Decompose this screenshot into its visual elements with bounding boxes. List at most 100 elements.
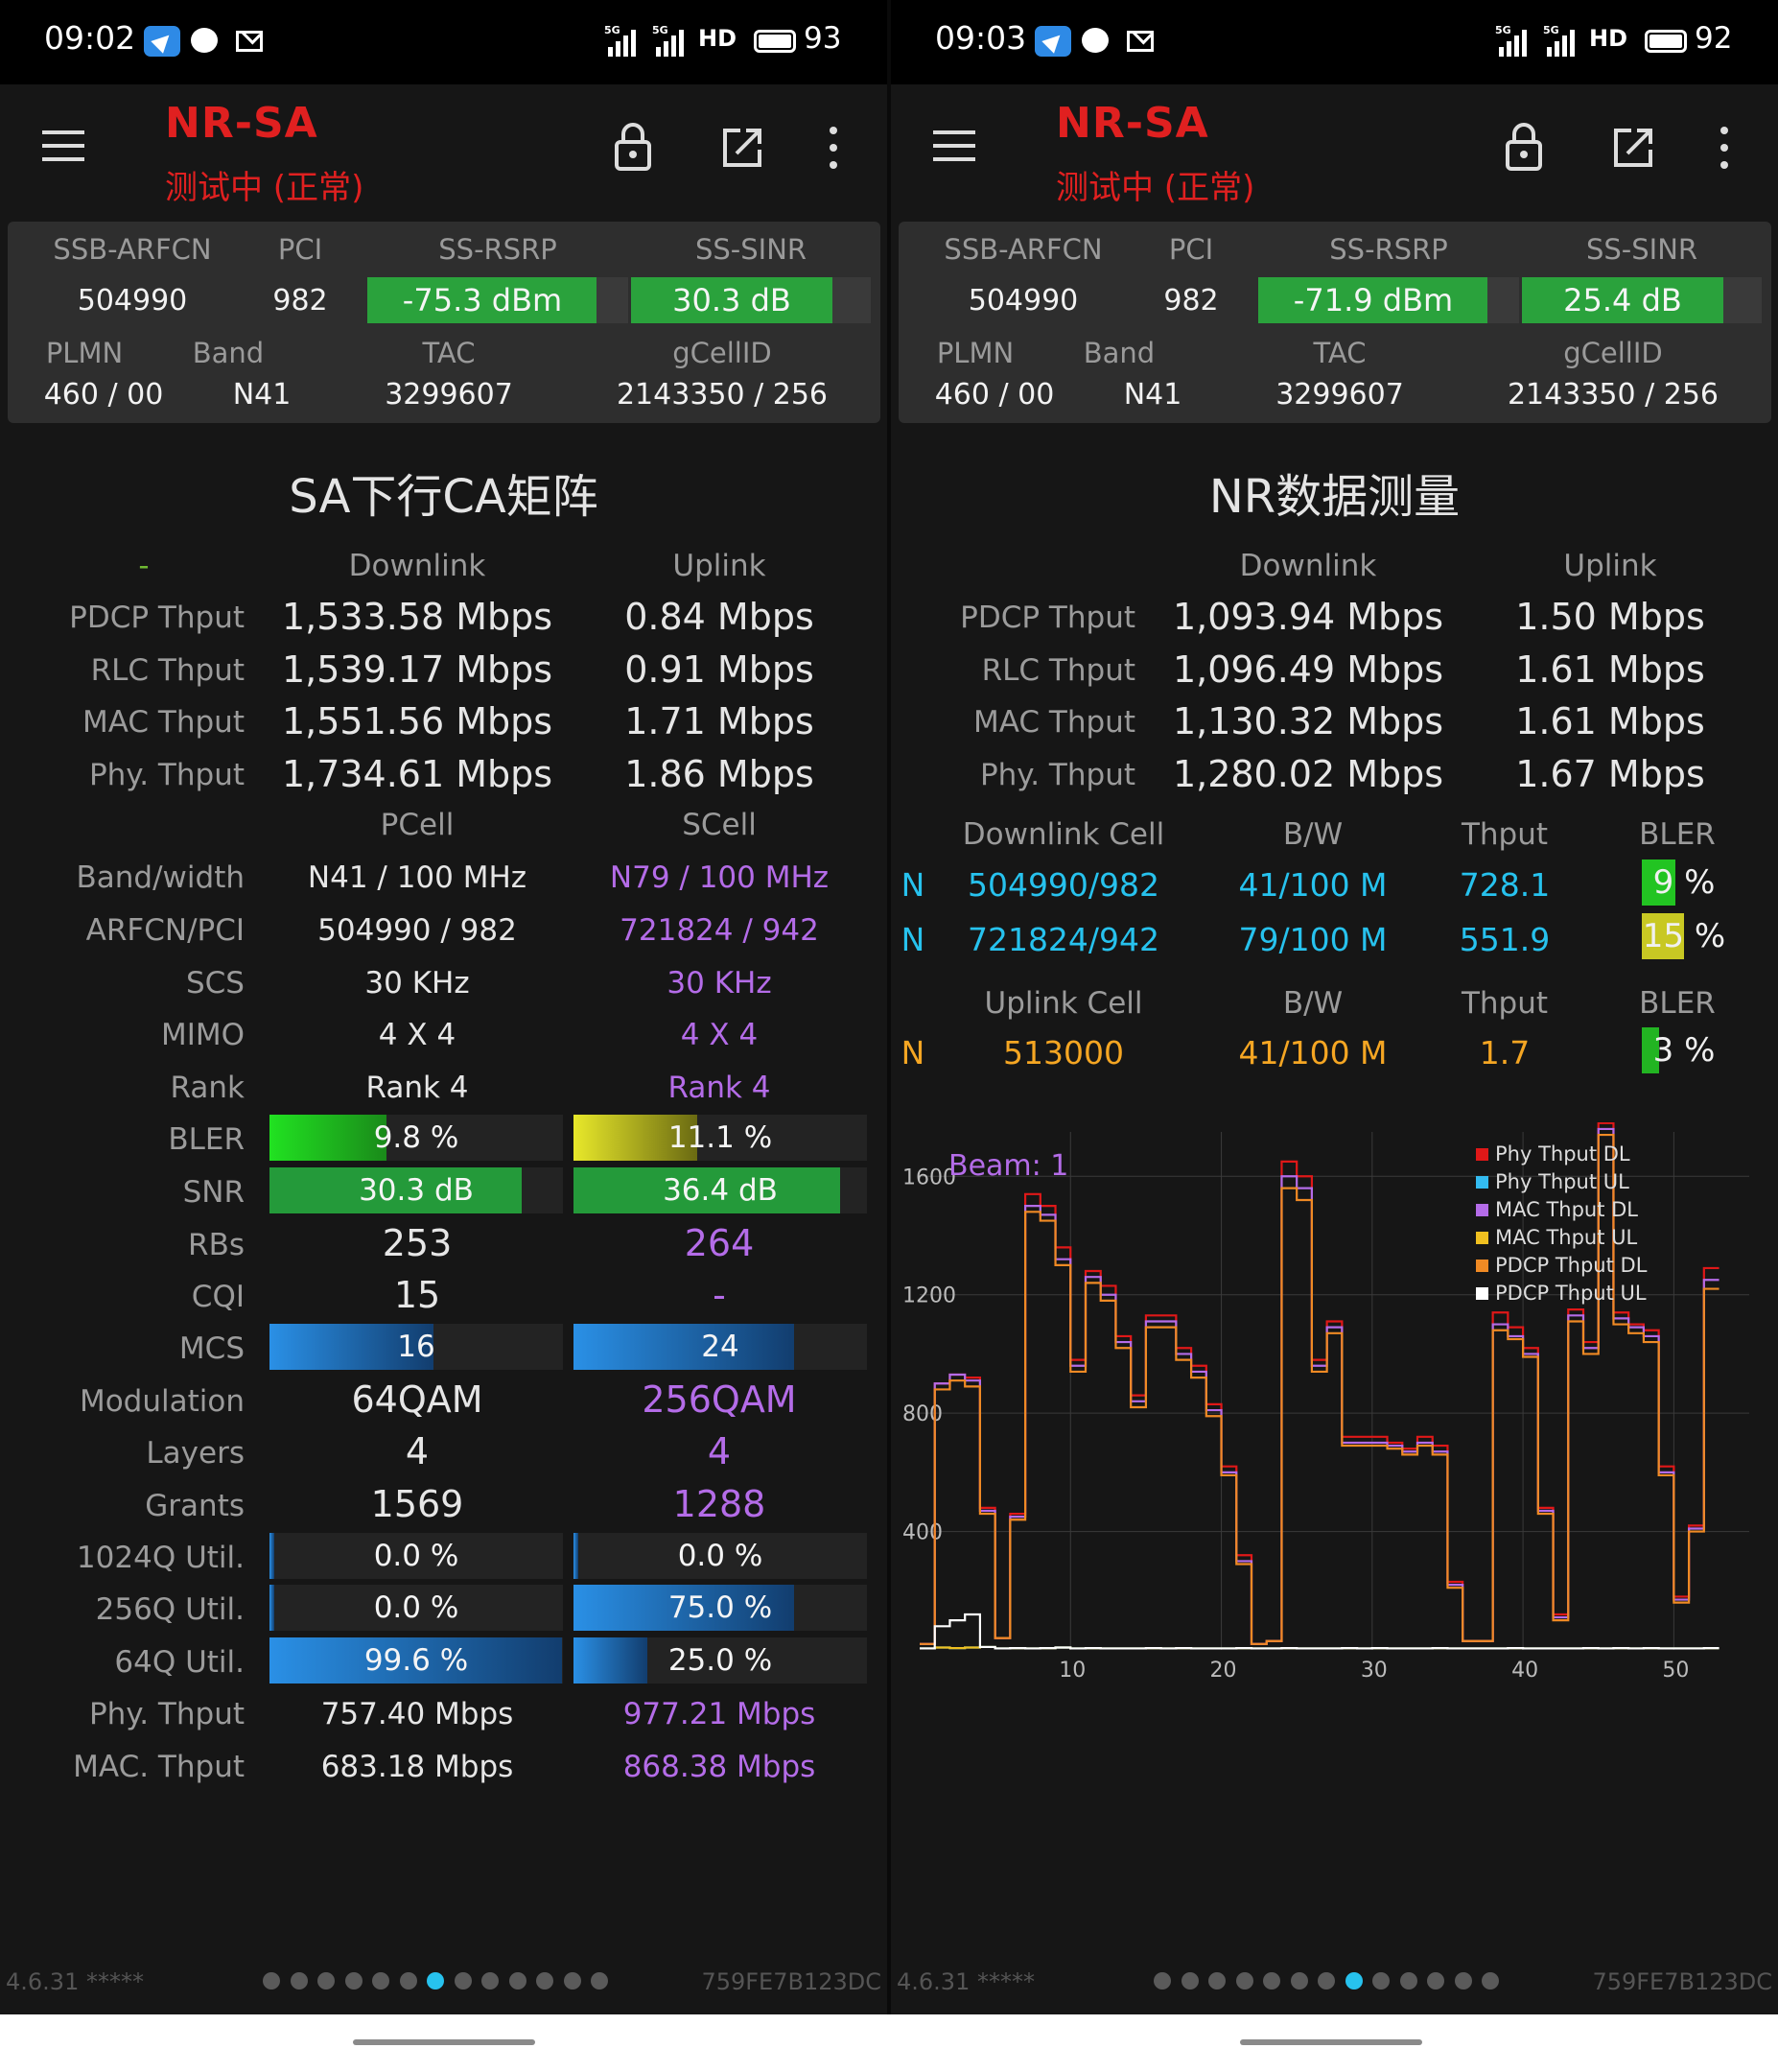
page-dot[interactable] [1290,1972,1308,1990]
page-dot[interactable] [508,1972,526,1990]
layers-label: Layers [146,1436,245,1471]
downlink-header: Downlink [1239,549,1377,583]
battery-icon [754,30,796,53]
tac-value: 3299607 [385,378,513,412]
util-1024q-label: 1024Q Util. [76,1541,245,1575]
ul-cell-header: Uplink Cell [984,986,1143,1021]
dl-bw: 79/100 M [1238,921,1388,958]
pcell-bler-value: 9.8 % [373,1120,459,1155]
dl-cell: 721824/942 [967,921,1160,958]
page-dot[interactable] [399,1972,417,1990]
pcell-value: N41 / 100 MHz [307,860,527,895]
app-title: NR-SA [165,99,318,148]
status-time: 09:02 [44,19,136,57]
tac-value: 3299607 [1275,378,1404,412]
pcell-layers: 4 [405,1430,430,1472]
row-label: RLC Thput [90,653,245,688]
page-dot[interactable] [1345,1972,1363,1990]
dl-bw: 41/100 M [1238,866,1388,904]
home-indicator[interactable] [353,2039,535,2045]
page-dot[interactable] [317,1972,335,1990]
legend-label: PDCP Thput DL [1495,1254,1648,1277]
dl-thput: 728.1 [1459,866,1551,904]
dl-bler-bar: 9 % [1642,859,1726,906]
ul-value: 1.86 Mbps [624,753,814,795]
plmn-header: PLMN [45,337,124,369]
lock-icon[interactable] [614,123,652,171]
sinr-header: SS-SINR [1585,233,1698,266]
status-bar: 09:02 5G 5G HD 93 [0,0,887,84]
page-dot[interactable] [1181,1972,1199,1990]
page-dot[interactable] [591,1972,608,1990]
share-icon[interactable] [1612,127,1654,169]
ul-thput-header: Thput [1461,986,1549,1021]
share-icon[interactable] [721,127,763,169]
message-icon [191,28,218,53]
device-id: 759FE7B123DC [1592,1968,1772,1995]
dl-value: 1,533.58 Mbps [281,596,553,638]
menu-icon[interactable] [42,130,84,161]
scell-bler-bar: 11.1 % [573,1115,867,1161]
dl-value: 1,130.32 Mbps [1172,700,1444,742]
dl-value: 1,096.49 Mbps [1172,648,1444,691]
page-dot[interactable] [1454,1972,1472,1990]
dl-bler-header: BLER [1639,817,1716,852]
scell-value: 30 KHz [667,966,772,1001]
row-label: Rank [170,1071,245,1105]
page-dot[interactable] [1372,1972,1390,1990]
page-dot[interactable] [536,1972,553,1990]
legend-swatch [1476,1176,1488,1189]
page-dot[interactable] [1482,1972,1499,1990]
scell-snr-value: 36.4 dB [663,1173,778,1208]
page-dot[interactable] [372,1972,389,1990]
scell-cqi: - [713,1274,726,1316]
page-dot[interactable] [563,1972,581,1990]
page-dot[interactable] [427,1972,444,1990]
mail-icon [236,31,263,52]
more-icon[interactable] [1720,127,1729,171]
scell-rbs: 264 [684,1222,755,1264]
page-dot[interactable] [1154,1972,1171,1990]
page-dot[interactable] [344,1972,363,1990]
status-bar: 09:03 5G 5G HD 92 [891,0,1778,84]
home-indicator[interactable] [1240,2039,1422,2045]
pcell-mac-thput: 683.18 Mbps [320,1750,514,1784]
pcell-header: PCell [380,808,455,842]
more-icon[interactable] [829,127,838,171]
tac-header: TAC [1313,337,1367,369]
page-dot[interactable] [263,1972,280,1990]
pci-header: PCI [1168,233,1214,266]
page-dot[interactable] [481,1972,499,1990]
y-tick-label: 400 [902,1521,943,1545]
ul-value: 1.71 Mbps [624,700,814,742]
page-dot[interactable] [1263,1972,1280,1990]
pcell-1024q-value: 0.0 % [373,1539,459,1573]
page-dot[interactable] [1427,1972,1444,1990]
scell-header: SCell [682,808,757,842]
scell-256q-value: 75.0 % [667,1590,773,1625]
scell-phy-thput: 977.21 Mbps [622,1697,816,1731]
page-dot[interactable] [454,1972,472,1990]
app-title: NR-SA [1056,99,1209,148]
battery-icon [1645,30,1687,53]
legend-label: Phy Thput UL [1495,1170,1629,1193]
serving-cell-box: SSB-ARFCN PCI SS-RSRP SS-SINR 504990 982… [899,222,1771,423]
page-dot[interactable] [1208,1972,1226,1990]
page-dot[interactable] [1318,1972,1335,1990]
pcell-1024q-bar: 0.0 % [269,1533,563,1579]
page-dot[interactable] [1399,1972,1417,1990]
page-dot[interactable] [290,1972,308,1990]
signal-icon-2: 5G [1543,24,1583,57]
band-header: Band [192,337,265,369]
menu-icon[interactable] [933,130,975,161]
pcell-value: 504990 / 982 [317,913,517,948]
dl-cell: 504990/982 [967,866,1160,904]
row-label: MIMO [160,1018,245,1052]
right-screen: 09:03 5G 5G HD 92 NR-SA 测试中 (正常) SSB-ARF… [891,0,1778,2014]
page-dot[interactable] [1235,1972,1253,1990]
dl-bler-value: 9 % [1652,863,1716,902]
navigation-icon [144,26,180,57]
gcellid-header: gCellID [672,337,772,369]
scell-layers: 4 [707,1430,732,1472]
lock-icon[interactable] [1505,123,1543,171]
